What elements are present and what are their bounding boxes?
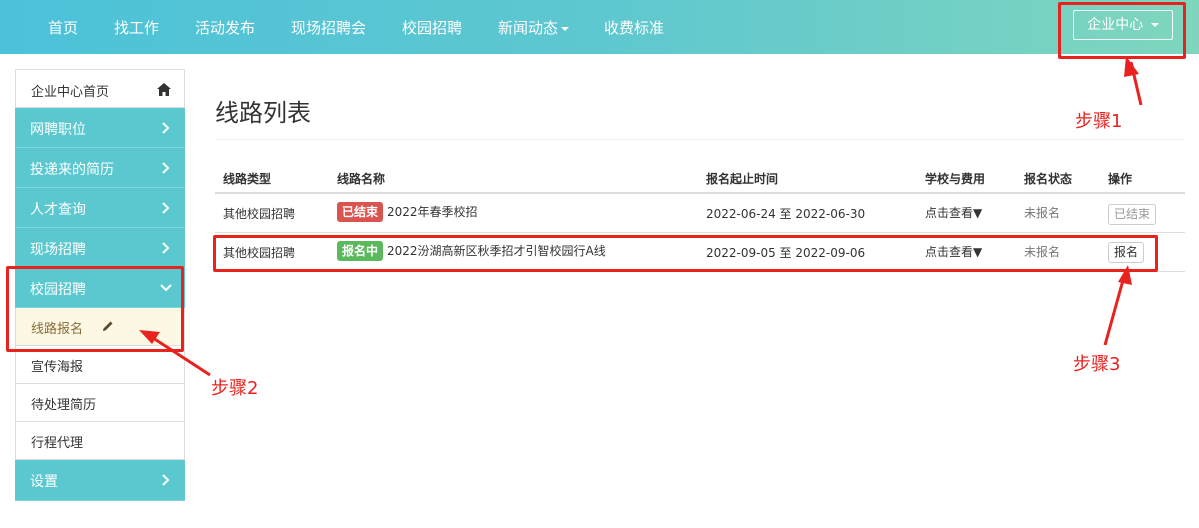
arrow-step2 <box>149 334 211 377</box>
step3-label: 步骤3 <box>1073 354 1121 375</box>
annotation-arrows <box>139 56 1143 377</box>
arrow-step3 <box>1103 272 1127 346</box>
step1-label: 步骤1 <box>1075 111 1123 132</box>
step2-label: 步骤2 <box>211 378 259 399</box>
